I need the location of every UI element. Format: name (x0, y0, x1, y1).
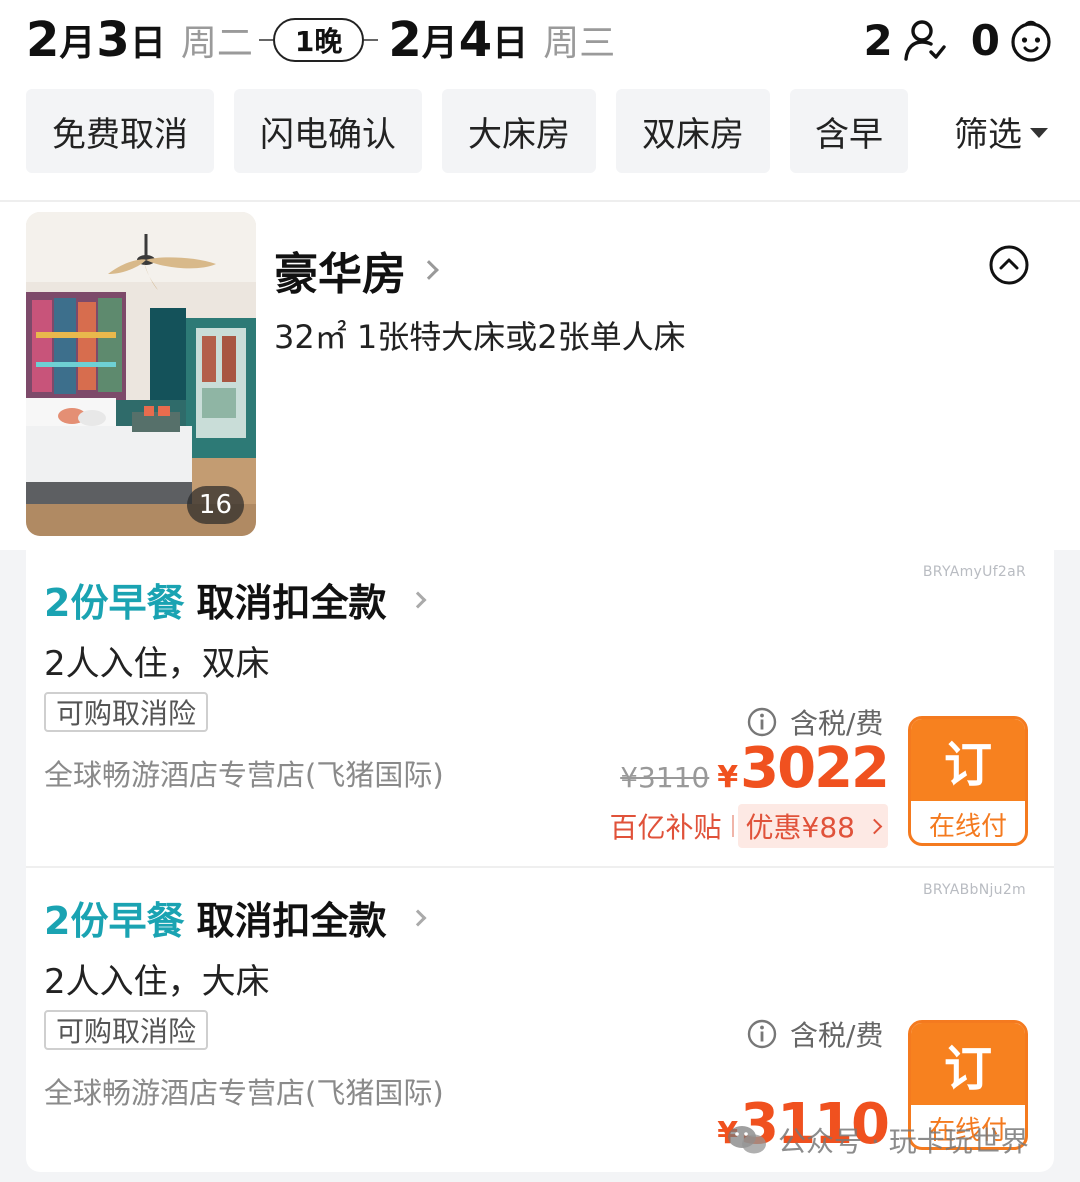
occupancy-text: 2人入住，大床 (44, 962, 270, 1002)
checkout-day: 4 (458, 12, 492, 68)
checkout-month-unit: 月 (421, 23, 458, 64)
filter-chip-breakfast[interactable]: 含早 (790, 89, 908, 173)
person-icon (904, 20, 946, 61)
info-icon (747, 707, 777, 737)
filter-dropdown-label: 筛选 (954, 114, 1022, 155)
chevron-right-icon (866, 818, 883, 834)
book-button[interactable]: 订 在线付 (908, 716, 1028, 846)
checkout-day-unit: 日 (492, 23, 529, 64)
checkin-weekday: 周二 (180, 23, 253, 64)
checkin-month: 2 (26, 12, 59, 68)
room-card[interactable]: 16 豪华房 32㎡ 1张特大床或2张单人床 (0, 200, 1080, 550)
book-button-label: 订 (911, 1023, 1025, 1105)
checkout-month: 2 (388, 12, 421, 68)
breakfast-label: 2份早餐 (44, 581, 185, 625)
date-range[interactable]: 2 月 3 日 周二 1晚 2 月 4 日 周三 (26, 8, 615, 72)
filter-chip-king-bed[interactable]: 大床房 (442, 89, 596, 173)
filter-chip-instant-confirm[interactable]: 闪电确认 (234, 89, 422, 173)
checkin-day-unit: 日 (129, 23, 166, 64)
photo-count-badge: 16 (186, 486, 244, 524)
chevron-up-circle-icon[interactable] (988, 244, 1030, 286)
filter-bar: 免费取消 闪电确认 大床房 双床房 含早 筛选 (26, 88, 1054, 174)
book-button-label: 订 (911, 719, 1025, 801)
price-row: ¥3110 ¥ 3022 (620, 736, 890, 801)
nights-indicator: 1晚 (258, 18, 379, 62)
filter-chip-free-cancel[interactable]: 免费取消 (26, 89, 214, 173)
currency-symbol: ¥ (717, 760, 739, 795)
occupancy-text: 2人入住，双床 (44, 644, 270, 684)
room-spec: 32㎡ 1张特大床或2张单人床 (274, 318, 686, 356)
rate-plan-header[interactable]: 2份早餐 取消扣全款 (44, 572, 427, 627)
filter-chip-twin-bed[interactable]: 双床房 (616, 89, 770, 173)
room-title-row[interactable]: 豪华房 (274, 238, 439, 302)
breakfast-label: 2份早餐 (44, 899, 185, 943)
child-count: 0 (970, 15, 1000, 65)
chevron-right-icon (409, 909, 427, 926)
cancel-policy-label: 取消扣全款 (196, 899, 387, 943)
original-price: ¥3110 (620, 761, 710, 794)
subsidy-label: 百亿补贴 (609, 811, 722, 844)
pay-online-label: 在线付 (928, 811, 1007, 842)
checkin-day: 3 (96, 12, 129, 68)
current-price: 3022 (740, 736, 890, 801)
wechat-icon (728, 1126, 766, 1154)
watermark: 公众号 · 玩卡玩世界 (726, 1120, 1029, 1160)
watermark-text: 公众号 · 玩卡玩世界 (778, 1125, 1029, 1158)
room-photo[interactable]: 16 (26, 212, 256, 536)
insurance-tag: 可购取消险 (44, 1010, 209, 1050)
chevron-right-icon (419, 260, 439, 280)
checkout-weekday: 周三 (543, 23, 616, 64)
caret-down-icon (1030, 128, 1048, 138)
rate-plan-header[interactable]: 2份早餐 取消扣全款 (44, 890, 427, 945)
chevron-right-icon (409, 591, 427, 608)
tax-label: 含税/费 (790, 1019, 884, 1052)
subsidy-tag[interactable]: 百亿补贴 优惠¥88 (609, 804, 888, 848)
nights-count: 1晚 (272, 18, 365, 62)
insurance-tag: 可购取消险 (44, 692, 209, 732)
adult-count: 2 (863, 15, 893, 65)
cancel-policy-label: 取消扣全款 (196, 581, 387, 625)
discount-label: 优惠¥88 (745, 811, 855, 844)
seller-name: 全球畅游酒店专营店(飞猪国际) (44, 1076, 444, 1110)
room-title: 豪华房 (274, 249, 406, 300)
rate-plan-code: BRYAmyUf2aR (922, 564, 1026, 580)
search-header: 2 月 3 日 周二 1晚 2 月 4 日 周三 2 0 免费取消 闪电确认 大… (0, 0, 1080, 200)
tax-note[interactable]: 含税/费 (746, 1014, 883, 1054)
baby-face-icon (1011, 20, 1051, 62)
guest-selector[interactable]: 2 0 (864, 12, 1054, 68)
info-icon (747, 1019, 777, 1049)
filter-dropdown-button[interactable]: 筛选 (954, 89, 1054, 173)
checkin-month-unit: 月 (59, 23, 96, 64)
rate-plan-list: BRYAmyUf2aR 2份早餐 取消扣全款 2人入住，双床 可购取消险 全球畅… (26, 550, 1054, 1172)
rate-plan-code: BRYABbNju2m (922, 882, 1026, 898)
seller-name: 全球畅游酒店专营店(飞猪国际) (44, 758, 444, 792)
rate-plan-item[interactable]: BRYAmyUf2aR 2份早餐 取消扣全款 2人入住，双床 可购取消险 全球畅… (26, 550, 1054, 868)
discount-badge: 优惠¥88 (737, 804, 888, 848)
